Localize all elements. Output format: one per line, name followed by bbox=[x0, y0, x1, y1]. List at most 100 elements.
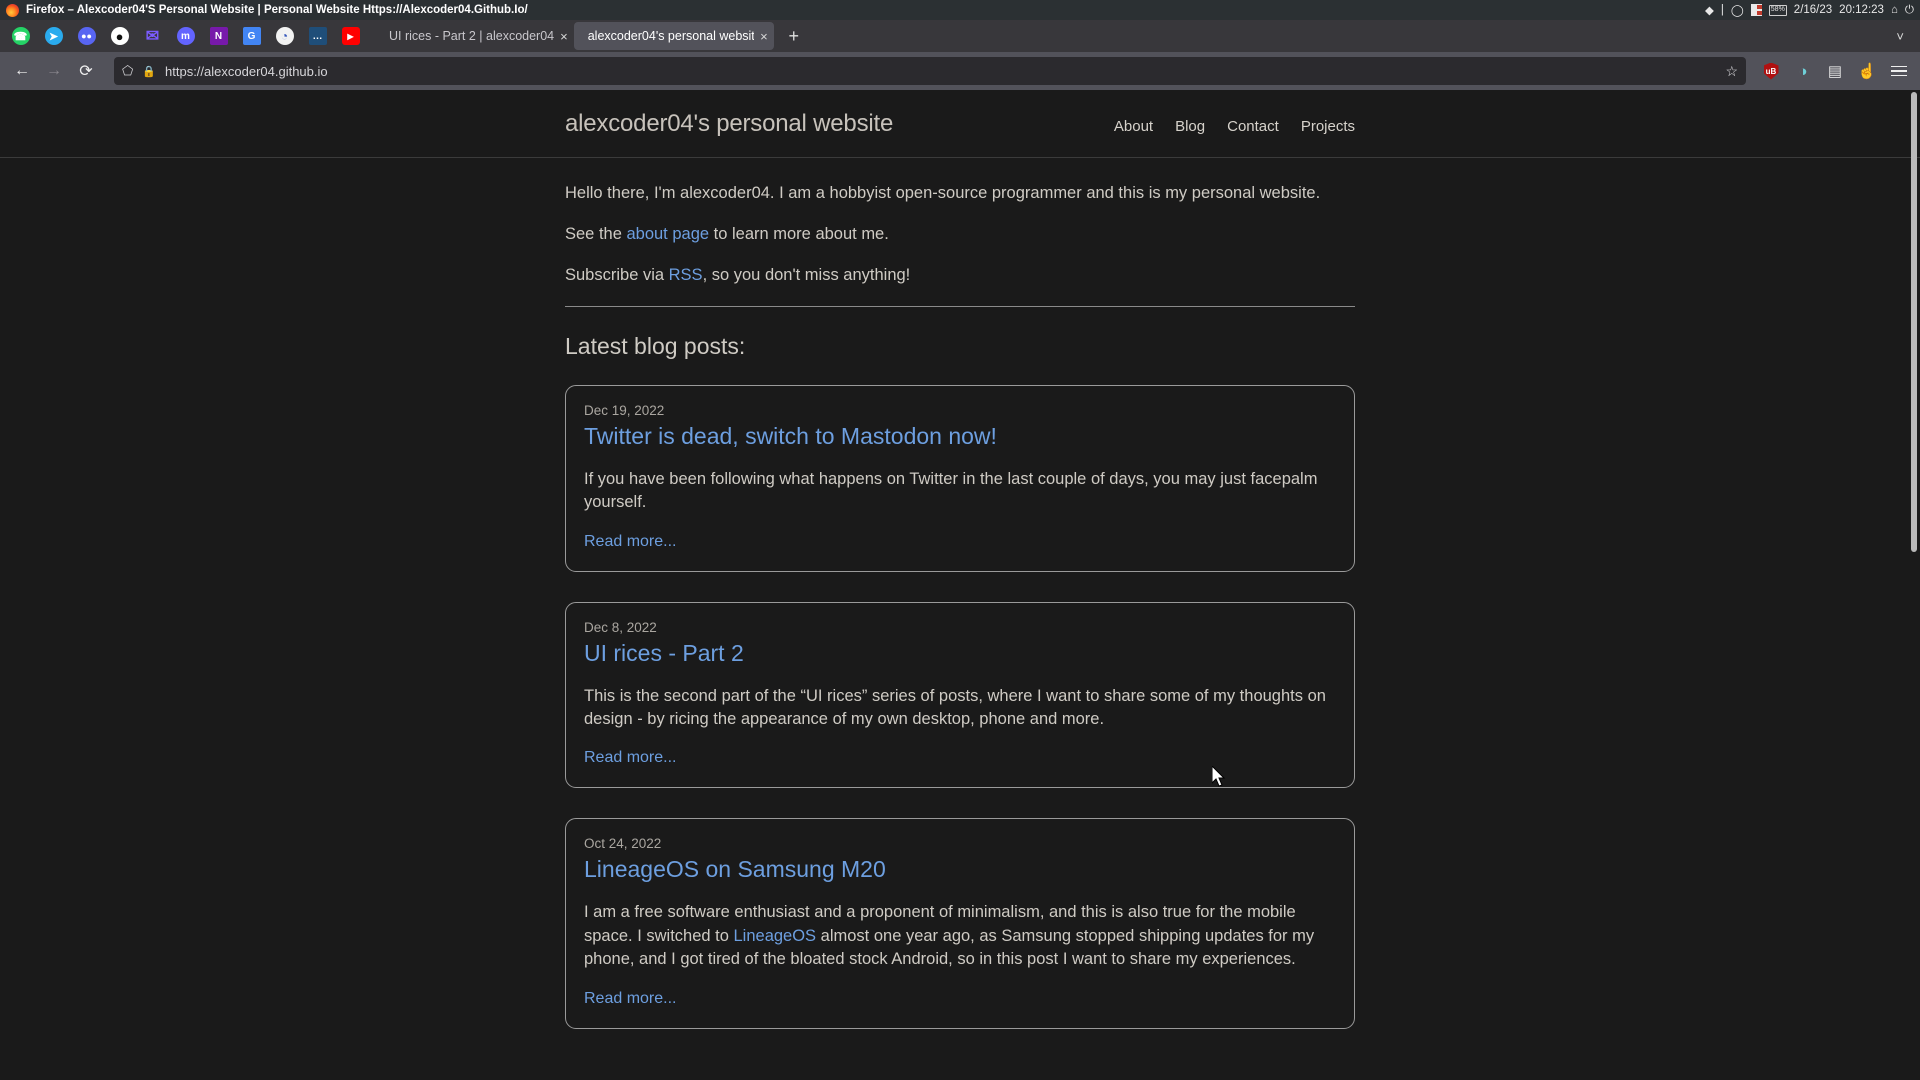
rss-link[interactable]: RSS bbox=[669, 266, 703, 284]
taskbar-icon-telegram[interactable]: ➤ bbox=[37, 22, 70, 50]
close-icon[interactable]: × bbox=[560, 29, 568, 44]
window-title: Firefox – Alexcoder04'S Personal Website… bbox=[26, 4, 528, 16]
intro-line-2-prefix: See the bbox=[565, 224, 627, 243]
post-date: Oct 24, 2022 bbox=[584, 836, 662, 852]
lineageos-link[interactable]: LineageOS bbox=[734, 927, 817, 945]
window-title-bar: Firefox – Alexcoder04'S Personal Website… bbox=[0, 0, 1920, 20]
app-menu-button[interactable] bbox=[1884, 56, 1914, 86]
site-nav: About Blog Contact Projects bbox=[1114, 118, 1355, 135]
blog-post-card[interactable]: Dec 8, 2022 UI rices - Part 2 This is th… bbox=[565, 601, 1355, 789]
intro-line-2: See the about page to learn more about m… bbox=[565, 223, 1355, 247]
taskbar-icon-mastodon[interactable]: m bbox=[169, 22, 202, 50]
intro-line-3-suffix: , so you don't miss anything! bbox=[702, 265, 911, 284]
post-title-link[interactable]: Twitter is dead, switch to Mastodon now! bbox=[584, 423, 1336, 450]
extension-toolbar: uB ◑ ▤ ☝ bbox=[1756, 56, 1914, 86]
close-icon[interactable]: × bbox=[760, 29, 768, 44]
browser-tab-strip: ☎ ➤ ●● ● ✉ m N G ◔ … ▶ UI rices - Part 2… bbox=[0, 20, 1920, 52]
privacy-badger-icon: ☝ bbox=[1857, 63, 1877, 80]
url-bar[interactable]: ⬠ 🔒 https://alexcoder04.github.io ☆ bbox=[114, 57, 1746, 85]
google-translate-icon: G bbox=[242, 27, 261, 45]
ublock-origin-button[interactable]: uB bbox=[1756, 56, 1786, 86]
post-excerpt: This is the second part of the “UI rices… bbox=[584, 686, 1326, 729]
circle-status-icon[interactable]: ◯ bbox=[1731, 3, 1744, 17]
scrollbar-thumb[interactable] bbox=[1911, 92, 1917, 552]
tab-label: alexcoder04's personal website bbox=[587, 29, 755, 43]
clock-chart-icon: ◔ bbox=[275, 27, 294, 45]
privacy-badger-button[interactable]: ☝ bbox=[1852, 56, 1882, 86]
taskbar-icon-discord[interactable]: ●● bbox=[70, 22, 103, 50]
taskbar-quick-launch: ☎ ➤ ●● ● ✉ m N G ◔ … ▶ bbox=[4, 22, 367, 50]
read-more-link[interactable]: Read more... bbox=[584, 749, 676, 766]
post-date: Dec 8, 2022 bbox=[584, 619, 657, 635]
reader-view-icon: ▤ bbox=[1827, 63, 1843, 80]
lock-icon[interactable]: ⌂ bbox=[1891, 4, 1898, 16]
taskbar-icon-more-apps[interactable]: … bbox=[301, 22, 334, 50]
tab-ui-rices-part-2[interactable]: UI rices - Part 2 | alexcoder04 × bbox=[375, 22, 574, 50]
flag-icon[interactable] bbox=[1750, 4, 1762, 16]
shield-icon[interactable]: ⬠ bbox=[122, 63, 133, 79]
nav-link-about[interactable]: About bbox=[1114, 118, 1153, 135]
taskbar-icon-google-translate[interactable]: G bbox=[235, 22, 268, 50]
reader-view-button[interactable]: ▤ bbox=[1820, 56, 1850, 86]
tray-separator: | bbox=[1720, 4, 1724, 16]
url-text: https://alexcoder04.github.io bbox=[165, 63, 328, 79]
youtube-icon: ▶ bbox=[341, 27, 360, 45]
lock-icon: 🔒 bbox=[142, 65, 157, 78]
mastodon-icon: m bbox=[176, 27, 195, 45]
site-title: alexcoder04's personal website bbox=[565, 109, 894, 137]
post-excerpt: I am a free software enthusiast and a pr… bbox=[584, 901, 1336, 971]
page-scrollbar[interactable] bbox=[1909, 90, 1918, 1080]
post-excerpt: If you have been following what happens … bbox=[584, 469, 1318, 512]
dark-reader-button[interactable]: ◑ bbox=[1788, 56, 1818, 86]
onenote-icon: N bbox=[209, 27, 228, 45]
github-icon: ● bbox=[110, 27, 129, 45]
dark-reader-icon: ◑ bbox=[1798, 62, 1808, 80]
taskbar-icon-onenote[interactable]: N bbox=[202, 22, 235, 50]
firefox-logo-icon bbox=[6, 3, 19, 17]
chevron-down-icon[interactable]: ˅ bbox=[1884, 29, 1916, 44]
nav-link-blog[interactable]: Blog bbox=[1175, 118, 1205, 135]
page-viewport: alexcoder04's personal website About Blo… bbox=[0, 90, 1920, 1080]
power-icon[interactable]: ⏻ bbox=[1905, 4, 1914, 17]
ublock-origin-icon: uB bbox=[1763, 62, 1779, 80]
browser-nav-bar: ← → ⟳ ⬠ 🔒 https://alexcoder04.github.io … bbox=[0, 52, 1920, 90]
system-tray: ◆ | ◯ 58% 2/16/23 20:12:23 ⌂ ⏻ bbox=[1705, 3, 1914, 18]
tab-list: UI rices - Part 2 | alexcoder04 × alexco… bbox=[375, 22, 808, 50]
nav-link-contact[interactable]: Contact bbox=[1227, 118, 1279, 135]
taskbar-icon-github[interactable]: ● bbox=[103, 22, 136, 50]
taskbar-icon-protonmail[interactable]: ✉ bbox=[136, 22, 169, 50]
tray-date: 2/16/23 bbox=[1793, 4, 1833, 16]
reload-button[interactable]: ⟳ bbox=[70, 56, 102, 86]
tab-alexcoder04-personal-website[interactable]: alexcoder04's personal website × bbox=[573, 22, 774, 50]
discord-icon: ●● bbox=[77, 27, 96, 45]
post-title-link[interactable]: UI rices - Part 2 bbox=[584, 640, 1336, 667]
protonmail-icon: ✉ bbox=[145, 28, 160, 45]
battery-indicator[interactable]: 58% bbox=[1768, 4, 1787, 16]
blog-post-card[interactable]: Oct 24, 2022 LineageOS on Samsung M20 I … bbox=[565, 818, 1355, 1029]
blog-post-card[interactable]: Dec 19, 2022 Twitter is dead, switch to … bbox=[565, 384, 1355, 572]
read-more-link[interactable]: Read more... bbox=[584, 533, 676, 550]
taskbar-icon-whatsapp[interactable]: ☎ bbox=[4, 22, 37, 50]
intro-line-2-suffix: to learn more about me. bbox=[709, 224, 889, 243]
latest-posts-heading: Latest blog posts: bbox=[565, 332, 746, 359]
taskbar-icon-youtube[interactable]: ▶ bbox=[334, 22, 367, 50]
telegram-icon: ➤ bbox=[44, 27, 63, 45]
intro-line-1: Hello there, I'm alexcoder04. I am a hob… bbox=[565, 184, 1321, 202]
post-title-link[interactable]: LineageOS on Samsung M20 bbox=[584, 856, 1336, 883]
nav-link-projects[interactable]: Projects bbox=[1301, 118, 1355, 135]
read-more-link[interactable]: Read more... bbox=[584, 990, 676, 1007]
about-page-link[interactable]: about page bbox=[626, 225, 709, 243]
whatsapp-icon: ☎ bbox=[11, 27, 30, 45]
back-button[interactable]: ← bbox=[6, 56, 38, 86]
intro-block: Hello there, I'm alexcoder04. I am a hob… bbox=[565, 182, 1355, 288]
website-page: alexcoder04's personal website About Blo… bbox=[0, 90, 1920, 1080]
new-tab-button[interactable]: + bbox=[780, 22, 808, 50]
content-divider bbox=[565, 305, 1355, 307]
hamburger-menu-icon bbox=[1891, 65, 1907, 77]
taskbar-icon-clock-chart[interactable]: ◔ bbox=[268, 22, 301, 50]
bookmark-star-icon[interactable]: ☆ bbox=[1725, 63, 1738, 80]
tab-label: UI rices - Part 2 | alexcoder04 bbox=[389, 29, 555, 43]
water-drop-icon[interactable]: ◆ bbox=[1705, 3, 1714, 17]
more-apps-icon: … bbox=[308, 27, 327, 45]
forward-button[interactable]: → bbox=[38, 56, 70, 86]
